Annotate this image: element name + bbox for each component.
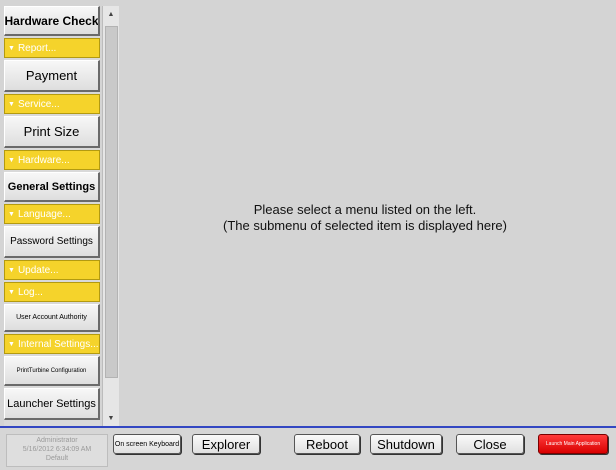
- user-name: Administrator: [36, 437, 78, 444]
- chevron-down-icon: ▼: [8, 100, 15, 108]
- general-settings-button[interactable]: General Settings: [4, 172, 100, 202]
- password-settings-button[interactable]: Password Settings: [4, 226, 100, 258]
- print-size-button[interactable]: Print Size: [4, 116, 100, 148]
- chevron-down-icon: ▼: [8, 340, 15, 348]
- update-category[interactable]: ▼ Update...: [4, 260, 100, 280]
- launch-main-application-button[interactable]: Launch Main Application: [538, 434, 608, 454]
- log-category-label: Log...: [17, 286, 43, 298]
- log-category[interactable]: ▼ Log...: [4, 282, 100, 302]
- instruction-line-1: Please select a menu listed on the left.: [253, 202, 477, 217]
- shutdown-button[interactable]: Shutdown: [370, 434, 442, 454]
- chevron-down-icon: ▼: [8, 266, 15, 274]
- main-content-area: Please select a menu listed on the left.…: [120, 6, 610, 426]
- scroll-down-arrow-icon[interactable]: ▼: [103, 410, 119, 426]
- report-category[interactable]: ▼ Report...: [4, 38, 100, 58]
- status-datetime: 5/16/2012 6:34:09 AM: [22, 446, 92, 453]
- hardware-category[interactable]: ▼ Hardware...: [4, 150, 100, 170]
- bottom-toolbar: Administrator 5/16/2012 6:34:09 AM Defau…: [0, 426, 616, 470]
- internal-settings-category[interactable]: ▼ Internal Settings...: [4, 334, 100, 354]
- hardware-category-label: Hardware...: [17, 154, 70, 166]
- language-category[interactable]: ▼ Language...: [4, 204, 100, 224]
- chevron-down-icon: ▼: [8, 210, 15, 218]
- sidebar-scrollbar[interactable]: ▲ ▼: [102, 6, 119, 426]
- payment-button[interactable]: Payment: [4, 60, 100, 92]
- instruction-message: Please select a menu listed on the left.…: [120, 202, 610, 234]
- user-account-authority-button[interactable]: User Account Authority: [4, 304, 100, 332]
- service-category-label: Service...: [17, 98, 60, 110]
- update-category-label: Update...: [17, 264, 59, 276]
- launcher-settings-button[interactable]: Launcher Settings: [4, 388, 100, 420]
- chevron-down-icon: ▼: [8, 156, 15, 164]
- reboot-button[interactable]: Reboot: [294, 434, 360, 454]
- report-category-label: Report...: [17, 42, 57, 54]
- hardware-check-button[interactable]: Hardware Check: [4, 6, 100, 36]
- explorer-button[interactable]: Explorer: [192, 434, 260, 454]
- user-status-box: Administrator 5/16/2012 6:34:09 AM Defau…: [6, 434, 108, 467]
- close-button[interactable]: Close: [456, 434, 524, 454]
- scrollbar-thumb[interactable]: [105, 26, 118, 378]
- chevron-down-icon: ▼: [8, 44, 15, 52]
- on-screen-keyboard-button[interactable]: On screen Keyboard: [113, 434, 181, 454]
- instruction-line-2: (The submenu of selected item is display…: [223, 218, 507, 233]
- service-category[interactable]: ▼ Service...: [4, 94, 100, 114]
- scroll-up-arrow-icon[interactable]: ▲: [103, 6, 119, 22]
- language-category-label: Language...: [17, 208, 71, 220]
- internal-settings-category-label: Internal Settings...: [17, 338, 99, 350]
- chevron-down-icon: ▼: [8, 288, 15, 296]
- printturbine-configuration-button[interactable]: PrintTurbine Configuration: [4, 356, 100, 386]
- sidebar-menu: Hardware Check ▼ Report... Payment ▼ Ser…: [4, 6, 100, 426]
- user-profile: Default: [45, 455, 69, 462]
